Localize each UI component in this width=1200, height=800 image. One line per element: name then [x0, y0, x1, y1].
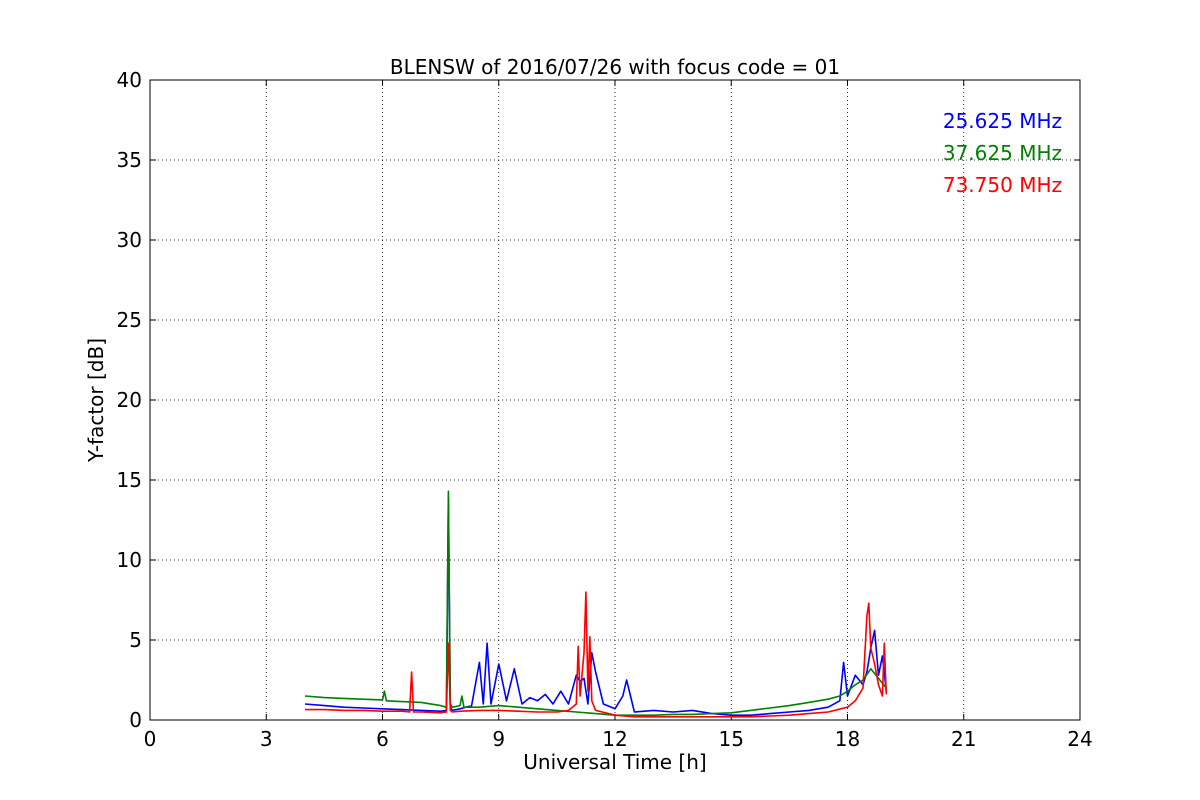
y-tick-label: 35: [117, 148, 142, 172]
y-axis-title: Y-factor [dB]: [84, 338, 108, 463]
x-tick-label: 9: [492, 727, 505, 751]
y-tick-label: 20: [117, 388, 142, 412]
line-chart: BLENSW of 2016/07/26 with focus code = 0…: [84, 55, 1093, 774]
y-tick-label: 5: [129, 628, 142, 652]
y-tick-label: 30: [117, 228, 142, 252]
data-series: [304, 490, 888, 718]
series-line-2: [304, 490, 887, 717]
x-tick-label: 21: [951, 727, 976, 751]
legend-entry: 73.750 MHz: [943, 173, 1062, 197]
x-tick-label: 0: [144, 727, 157, 751]
legend-entry: 37.625 MHz: [943, 141, 1062, 165]
y-tick-label: 15: [117, 468, 142, 492]
axis-ticks: 0 3 6 9 12 15 18 21 24 0 5 10 15 20 25 30 35 40: [117, 68, 1093, 751]
x-tick-label: 12: [602, 727, 627, 751]
x-axis-title: Universal Time [h]: [523, 750, 706, 774]
grid-lines: [149, 79, 1081, 721]
x-tick-label: 6: [376, 727, 389, 751]
x-tick-label: 18: [835, 727, 860, 751]
chart-figure: BLENSW of 2016/07/26 with focus code = 0…: [0, 0, 1200, 800]
legend: 25.625 MHz 37.625 MHz 73.750 MHz: [943, 109, 1062, 197]
y-tick-label: 10: [117, 548, 142, 572]
y-tick-label: 40: [117, 68, 142, 92]
x-tick-label: 3: [260, 727, 273, 751]
x-tick-label: 15: [719, 727, 744, 751]
x-tick-label: 24: [1067, 727, 1092, 751]
series-line-3: [305, 591, 888, 718]
y-tick-label: 25: [117, 308, 142, 332]
y-tick-label: 0: [129, 708, 142, 732]
chart-title: BLENSW of 2016/07/26 with focus code = 0…: [390, 55, 840, 79]
series-line-1: [304, 496, 888, 717]
legend-entry: 25.625 MHz: [943, 109, 1062, 133]
